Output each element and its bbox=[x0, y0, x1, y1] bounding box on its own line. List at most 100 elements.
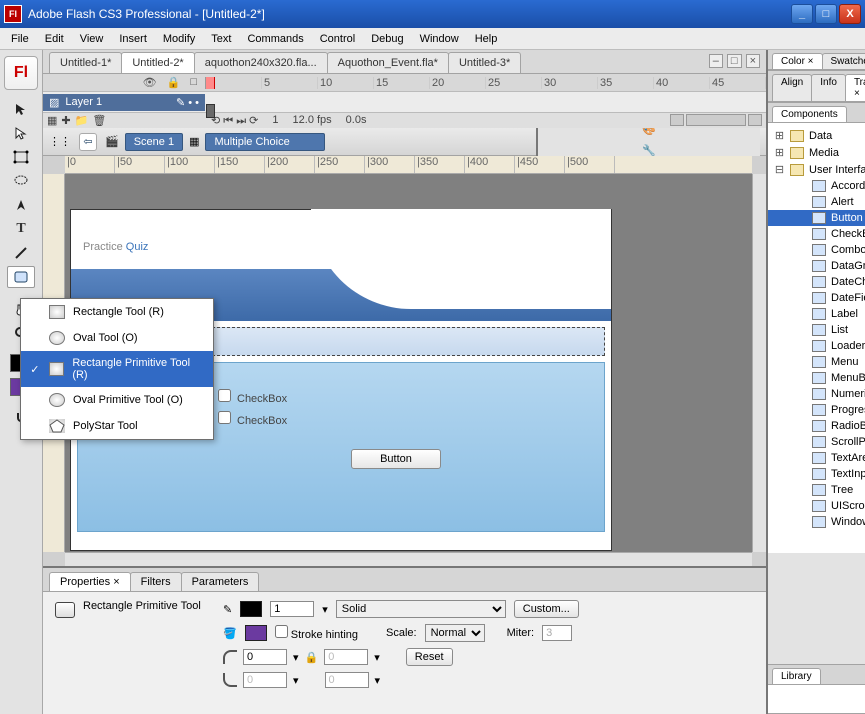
custom-stroke-button[interactable]: Custom... bbox=[514, 600, 579, 618]
pen-tool[interactable] bbox=[7, 194, 35, 216]
stroke-weight-input[interactable] bbox=[270, 601, 314, 617]
tab-swatches[interactable]: Swatches bbox=[822, 53, 865, 69]
text-tool[interactable]: T bbox=[7, 218, 35, 240]
tab-info[interactable]: Info bbox=[811, 74, 846, 101]
component-item[interactable]: ScrollPane bbox=[768, 434, 865, 450]
component-item[interactable]: MenuBar bbox=[768, 370, 865, 386]
component-item[interactable]: Tree bbox=[768, 482, 865, 498]
component-item[interactable]: Label bbox=[768, 306, 865, 322]
maximize-button[interactable]: □ bbox=[815, 4, 837, 24]
checkbox-1[interactable]: CheckBox bbox=[218, 389, 574, 405]
component-item[interactable]: CheckBox bbox=[768, 226, 865, 242]
fill-bucket-icon: 🪣 bbox=[223, 627, 237, 640]
quiz-button[interactable]: Button bbox=[351, 449, 441, 469]
flyout-item[interactable]: PolyStar Tool bbox=[21, 413, 213, 439]
subselection-tool[interactable] bbox=[7, 122, 35, 144]
selection-tool[interactable] bbox=[7, 98, 35, 120]
menu-insert[interactable]: Insert bbox=[112, 31, 154, 47]
horizontal-scrollbar[interactable] bbox=[65, 552, 752, 566]
menu-file[interactable]: File bbox=[4, 31, 36, 47]
tab-filters[interactable]: Filters bbox=[130, 572, 182, 591]
menu-text[interactable]: Text bbox=[204, 31, 238, 47]
symbol-crumb[interactable]: Multiple Choice bbox=[205, 133, 325, 151]
component-item[interactable]: DateChooser bbox=[768, 274, 865, 290]
stroke-style-select[interactable]: Solid bbox=[336, 600, 506, 618]
component-item[interactable]: Alert bbox=[768, 194, 865, 210]
corner-tl-input[interactable] bbox=[243, 649, 287, 665]
tree-folder[interactable]: ⊞Media bbox=[768, 144, 865, 161]
tree-folder[interactable]: ⊟User Interface bbox=[768, 161, 865, 178]
scene-crumb[interactable]: Scene 1 bbox=[125, 133, 183, 151]
component-item[interactable]: Window bbox=[768, 514, 865, 530]
back-button[interactable]: ⇦ bbox=[79, 133, 97, 151]
checkbox-2[interactable]: CheckBox bbox=[218, 411, 574, 427]
layer-buttons[interactable]: ▦✚📁🗑 bbox=[43, 114, 205, 127]
layer-icon: ▨ bbox=[49, 96, 59, 109]
component-item[interactable]: DataGrid bbox=[768, 258, 865, 274]
lock-corners-icon[interactable]: 🔒 bbox=[305, 651, 319, 664]
component-item[interactable]: DateField bbox=[768, 290, 865, 306]
menu-view[interactable]: View bbox=[73, 31, 111, 47]
menu-modify[interactable]: Modify bbox=[156, 31, 202, 47]
outline-icon[interactable]: □ bbox=[190, 76, 197, 89]
doc-tab[interactable]: Untitled-2* bbox=[121, 52, 194, 73]
fps-display: 12.0 fps bbox=[293, 114, 332, 128]
doc-window-controls[interactable]: –□× bbox=[709, 54, 760, 68]
flyout-item[interactable]: Oval Tool (O) bbox=[21, 325, 213, 351]
lock-icon[interactable]: 🔒 bbox=[167, 76, 181, 89]
miter-input[interactable] bbox=[542, 625, 572, 641]
doc-tab[interactable]: aquothon240x320.fla... bbox=[194, 52, 328, 73]
tab-color[interactable]: Color × bbox=[772, 53, 823, 69]
vertical-scrollbar[interactable] bbox=[752, 174, 766, 552]
lasso-tool[interactable] bbox=[7, 170, 35, 192]
flyout-item[interactable]: Rectangle Tool (R) bbox=[21, 299, 213, 325]
stroke-hinting-checkbox[interactable]: Stroke hinting bbox=[275, 625, 358, 641]
corner-bl-icon bbox=[223, 673, 237, 687]
component-item[interactable]: List bbox=[768, 322, 865, 338]
minimize-button[interactable]: _ bbox=[791, 4, 813, 24]
flyout-item[interactable]: ✓Rectangle Primitive Tool (R) bbox=[21, 351, 213, 387]
tab-properties[interactable]: Properties × bbox=[49, 572, 131, 591]
fill-swatch[interactable] bbox=[245, 625, 267, 641]
time-display: 0.0s bbox=[346, 114, 367, 128]
menu-commands[interactable]: Commands bbox=[240, 31, 310, 47]
doc-tab[interactable]: Aquothon_Event.fla* bbox=[327, 52, 449, 73]
menu-window[interactable]: Window bbox=[413, 31, 466, 47]
edit-symbol-icon[interactable]: 🔧 bbox=[642, 144, 656, 157]
frame-ruler[interactable]: 151015202530354045 bbox=[205, 77, 766, 89]
flyout-item[interactable]: Oval Primitive Tool (O) bbox=[21, 387, 213, 413]
menu-control[interactable]: Control bbox=[313, 31, 362, 47]
component-item[interactable]: Button bbox=[768, 210, 865, 226]
component-item[interactable]: Loader bbox=[768, 338, 865, 354]
tab-library[interactable]: Library bbox=[772, 668, 821, 684]
rectangle-primitive-tool[interactable] bbox=[7, 266, 35, 288]
tab-components[interactable]: Components bbox=[772, 106, 847, 122]
component-item[interactable]: RadioButton bbox=[768, 418, 865, 434]
visibility-icon[interactable]: 👁 bbox=[143, 76, 157, 89]
menu-help[interactable]: Help bbox=[468, 31, 505, 47]
component-item[interactable]: ProgressBar bbox=[768, 402, 865, 418]
component-item[interactable]: Accordion bbox=[768, 178, 865, 194]
doc-tab[interactable]: Untitled-3* bbox=[448, 52, 521, 73]
component-item[interactable]: ComboBox bbox=[768, 242, 865, 258]
tree-folder[interactable]: ⊞Data bbox=[768, 127, 865, 144]
menu-debug[interactable]: Debug bbox=[364, 31, 410, 47]
stroke-swatch[interactable] bbox=[240, 601, 262, 617]
layer-row[interactable]: ▨ Layer 1 ✎ • • bbox=[43, 94, 205, 111]
component-item[interactable]: Menu bbox=[768, 354, 865, 370]
reset-button[interactable]: Reset bbox=[406, 648, 453, 666]
tab-parameters[interactable]: Parameters bbox=[181, 572, 260, 591]
close-button[interactable]: X bbox=[839, 4, 861, 24]
tab-transform[interactable]: Transform × bbox=[845, 74, 865, 101]
layer-name: Layer 1 bbox=[65, 96, 102, 108]
menu-edit[interactable]: Edit bbox=[38, 31, 71, 47]
component-item[interactable]: NumericStepper bbox=[768, 386, 865, 402]
free-transform-tool[interactable] bbox=[7, 146, 35, 168]
tab-align[interactable]: Align bbox=[772, 74, 812, 101]
component-item[interactable]: UIScrollBar bbox=[768, 498, 865, 514]
scale-select[interactable]: Normal bbox=[425, 624, 485, 642]
component-item[interactable]: TextInput bbox=[768, 466, 865, 482]
component-item[interactable]: TextArea bbox=[768, 450, 865, 466]
doc-tab[interactable]: Untitled-1* bbox=[49, 52, 122, 73]
line-tool[interactable] bbox=[7, 242, 35, 264]
